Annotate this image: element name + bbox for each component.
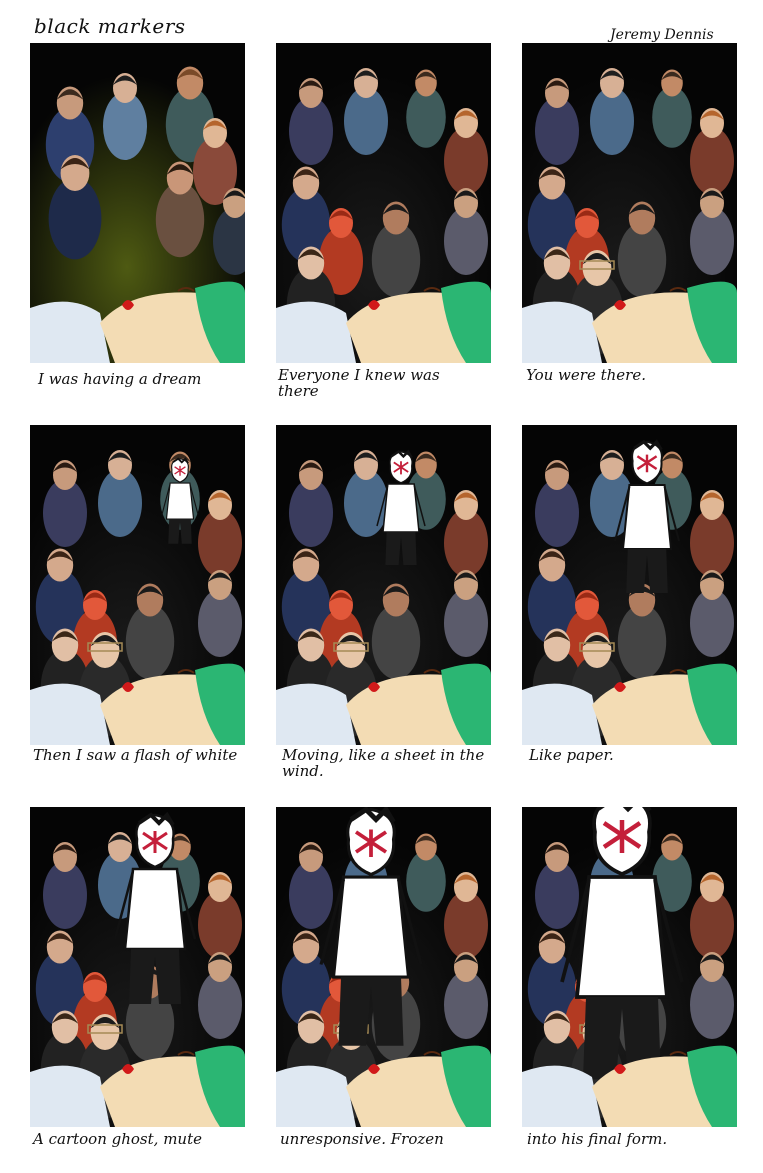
comic-panel-8 (276, 807, 491, 1127)
panel-caption-5: Moving, like a sheet in the wind. (282, 746, 485, 780)
comic-panel-6 (522, 425, 737, 745)
panel-artwork (276, 425, 491, 745)
panel-artwork (522, 425, 737, 745)
comic-panel-7 (30, 807, 245, 1127)
ghost-shirt (574, 875, 670, 999)
ghost-shirt (123, 867, 187, 951)
comic-panel-5 (276, 425, 491, 745)
ghost-shirt (382, 483, 420, 533)
panel-caption-1: I was having a dream (38, 370, 202, 388)
comic-title: black markers (34, 14, 186, 38)
panel-artwork (30, 425, 245, 745)
ghost-shirt (165, 482, 195, 520)
panel-caption-3: You were there. (526, 366, 646, 384)
comic-panel-9 (522, 807, 737, 1127)
panel-artwork (276, 807, 491, 1127)
panel-caption-9: into his final form. (527, 1130, 668, 1148)
panel-caption-7: A cartoon ghost, mute (33, 1130, 202, 1148)
comic-panel-2 (276, 43, 491, 363)
comic-panel-3 (522, 43, 737, 363)
ghost-shirt (331, 875, 411, 979)
comic-panel-1 (30, 43, 245, 363)
panel-caption-2: Everyone I knew was there (278, 366, 440, 400)
panel-artwork (522, 807, 737, 1127)
panel-artwork (30, 807, 245, 1127)
panel-caption-4: Then I saw a flash of white (33, 746, 238, 764)
panel-artwork (522, 43, 737, 363)
panel-artwork (276, 43, 491, 363)
author-name: Jeremy Dennis (610, 27, 714, 43)
panel-artwork (30, 43, 245, 363)
panel-caption-8: unresponsive. Frozen (280, 1130, 444, 1148)
comic-panel-4 (30, 425, 245, 745)
ghost-shirt (621, 484, 673, 551)
panel-caption-6: Like paper. (529, 746, 614, 764)
